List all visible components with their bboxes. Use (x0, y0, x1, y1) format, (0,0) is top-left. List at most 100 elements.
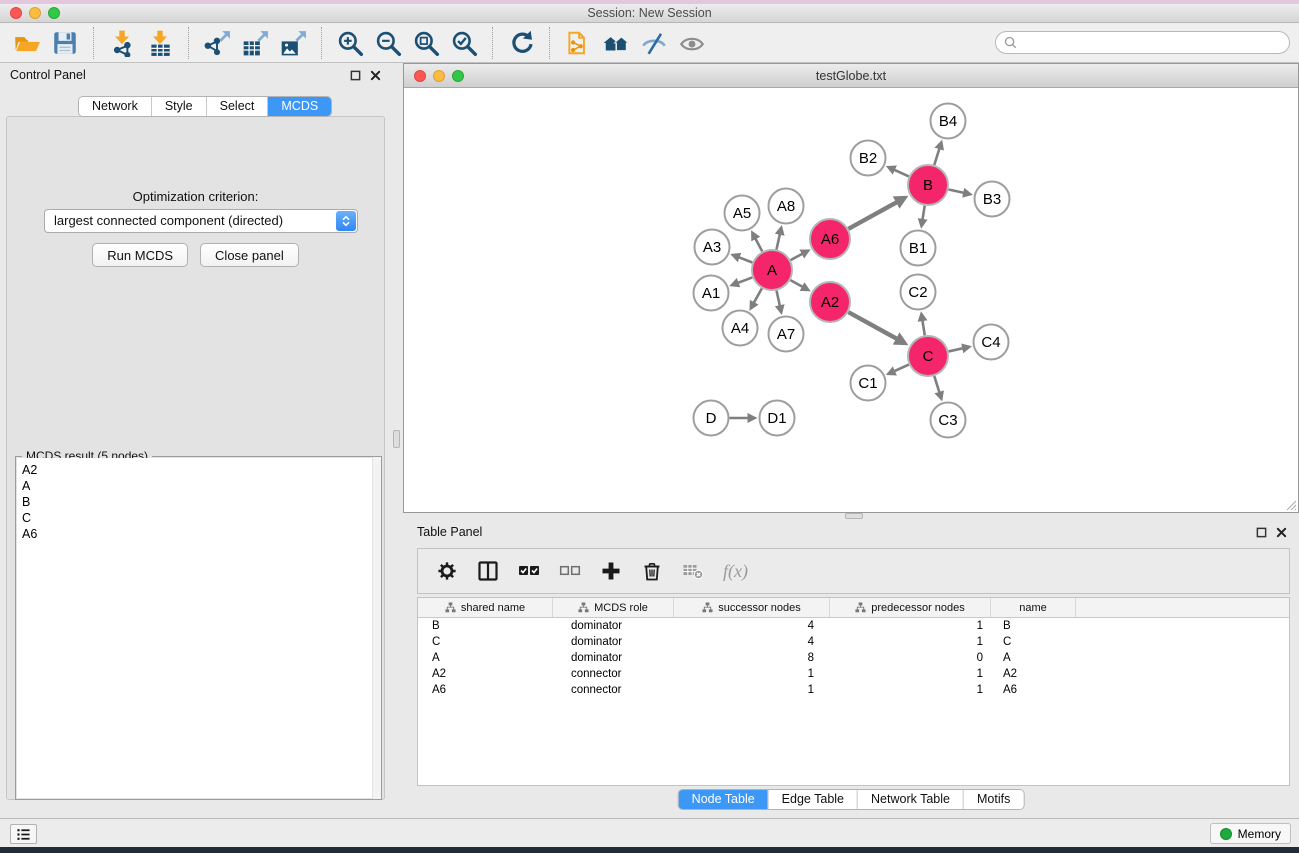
float-table-panel-icon[interactable] (1256, 527, 1267, 538)
graph-node-A4[interactable]: A4 (723, 311, 758, 346)
column-header-MCDS-role[interactable]: MCDS role (553, 598, 674, 617)
table-cell[interactable]: 1 (830, 620, 991, 632)
close-panel-icon[interactable] (370, 70, 381, 81)
graph-node-B1[interactable]: B1 (901, 231, 936, 266)
graph-edge-A-A4[interactable] (754, 288, 762, 303)
mcds-result-item[interactable]: B (17, 494, 380, 510)
table-cell[interactable]: 4 (674, 636, 830, 648)
table-cell[interactable]: C (418, 636, 553, 648)
homes-button[interactable] (597, 26, 635, 60)
graph-node-B3[interactable]: B3 (975, 182, 1010, 217)
select-all-button[interactable] (518, 560, 540, 582)
graph-edge-B-B3[interactable] (949, 189, 965, 192)
graph-node-B2[interactable]: B2 (851, 141, 886, 176)
import-network-button[interactable] (103, 26, 141, 60)
graph-node-A3[interactable]: A3 (695, 230, 730, 265)
graph-node-A8[interactable]: A8 (769, 189, 804, 224)
memory-button[interactable]: Memory (1210, 823, 1291, 844)
gear-button[interactable] (436, 560, 458, 582)
show-panels-button[interactable] (10, 824, 37, 844)
graph-edge-A-A8[interactable] (776, 234, 779, 250)
graph-edge-B-B4[interactable] (934, 148, 939, 165)
table-cell[interactable]: A2 (991, 668, 1076, 680)
resize-grip-icon[interactable] (1284, 498, 1297, 511)
export-table-button[interactable] (236, 26, 274, 60)
zoom-out-button[interactable] (369, 26, 407, 60)
graph-node-C[interactable]: C (908, 336, 948, 376)
criterion-dropdown[interactable]: largest connected component (directed) (44, 209, 358, 233)
graph-node-A[interactable]: A (752, 250, 792, 290)
import-table-button[interactable] (141, 26, 179, 60)
table-cell[interactable]: A6 (418, 684, 553, 696)
graph-edge-A2-C[interactable] (848, 312, 897, 339)
tab-network[interactable]: Network (79, 97, 151, 116)
graph-node-A6[interactable]: A6 (810, 219, 850, 259)
graph-node-A2[interactable]: A2 (810, 282, 850, 322)
zoom-window-button[interactable] (48, 7, 60, 19)
graph-node-B4[interactable]: B4 (931, 104, 966, 139)
add-button[interactable] (600, 560, 622, 582)
network-window-titlebar[interactable]: testGlobe.txt (404, 64, 1298, 88)
graph-edge-B-B2[interactable] (894, 170, 909, 177)
graph-edge-A6-B[interactable] (848, 202, 897, 229)
table-cell[interactable]: A (418, 652, 553, 664)
graph-edge-A-A2[interactable] (790, 280, 802, 287)
tab-motifs[interactable]: Motifs (963, 790, 1023, 809)
table-cell[interactable]: connector (553, 684, 674, 696)
table-cell[interactable]: connector (553, 668, 674, 680)
eye-button[interactable] (673, 26, 711, 60)
zoom-selected-button[interactable] (445, 26, 483, 60)
export-image-button[interactable] (274, 26, 312, 60)
tab-edge-table[interactable]: Edge Table (768, 790, 857, 809)
columns-button[interactable] (477, 560, 499, 582)
graph-node-A7[interactable]: A7 (769, 317, 804, 352)
table-cell[interactable]: 8 (674, 652, 830, 664)
folder-open-button[interactable] (8, 26, 46, 60)
graph-node-D[interactable]: D (694, 401, 729, 436)
network-canvas[interactable]: B4B2BB3A8A5A6A3B1AC2A1A2A4A7C4CC1C3DD1 (404, 88, 1298, 512)
graph-edge-B-B1[interactable] (922, 206, 924, 220)
graph-edge-C-C2[interactable] (922, 320, 924, 335)
graph-node-A1[interactable]: A1 (694, 276, 729, 311)
table-cell[interactable]: 1 (830, 636, 991, 648)
column-header-name[interactable]: name (991, 598, 1076, 617)
run-mcds-button[interactable]: Run MCDS (92, 243, 188, 267)
tab-network-table[interactable]: Network Table (857, 790, 963, 809)
mcds-result-item[interactable]: C (17, 510, 380, 526)
table-cell[interactable]: 4 (674, 620, 830, 632)
vertical-splitter-grip[interactable] (393, 430, 400, 448)
graph-edge-A-A3[interactable] (739, 257, 753, 262)
graph-edge-A-A6[interactable] (791, 254, 803, 260)
table-cell[interactable]: 1 (830, 684, 991, 696)
tab-mcds[interactable]: MCDS (267, 97, 331, 116)
zoom-fit-button[interactable] (407, 26, 445, 60)
table-row[interactable]: A6connector11A6 (418, 682, 1289, 698)
close-panel-button[interactable]: Close panel (200, 243, 299, 267)
table-cell[interactable]: dominator (553, 620, 674, 632)
graph-node-D1[interactable]: D1 (760, 401, 795, 436)
tab-style[interactable]: Style (151, 97, 206, 116)
table-row[interactable]: Adominator80A (418, 650, 1289, 666)
save-button[interactable] (46, 26, 84, 60)
column-header-shared-name[interactable]: shared name (418, 598, 553, 617)
network-zoom-button[interactable] (452, 70, 464, 82)
mcds-result-item[interactable]: A (17, 478, 380, 494)
table-cell[interactable]: 1 (674, 668, 830, 680)
trash-button[interactable] (641, 560, 663, 582)
table-cell[interactable]: dominator (553, 652, 674, 664)
graph-edge-C-C4[interactable] (948, 348, 963, 351)
tab-node-table[interactable]: Node Table (679, 790, 768, 809)
graph-node-C1[interactable]: C1 (851, 366, 886, 401)
graph-edge-A-A7[interactable] (776, 291, 779, 307)
graph-edge-A-A1[interactable] (738, 277, 753, 283)
minimize-window-button[interactable] (29, 7, 41, 19)
table-cell[interactable]: B (991, 620, 1076, 632)
graph-edge-A-A5[interactable] (755, 238, 762, 251)
graph-edge-C-C1[interactable] (894, 365, 909, 372)
table-cell[interactable]: A6 (991, 684, 1076, 696)
table-cell[interactable]: A (991, 652, 1076, 664)
table-row[interactable]: Cdominator41C (418, 634, 1289, 650)
table-row[interactable]: A2connector11A2 (418, 666, 1289, 682)
network-file-button[interactable] (559, 26, 597, 60)
search-input[interactable] (1022, 36, 1281, 50)
